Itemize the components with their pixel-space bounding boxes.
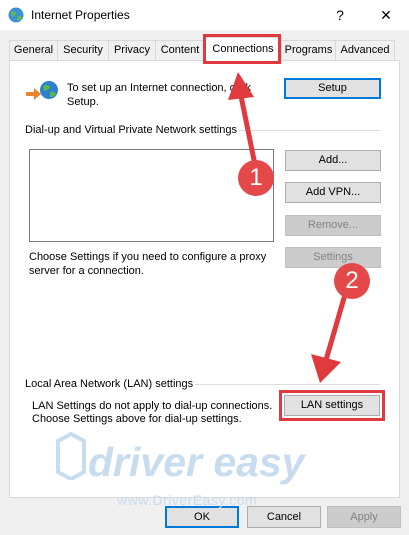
dialup-divider <box>239 130 380 131</box>
proxy-instruction-line2: server for a connection. <box>29 265 144 277</box>
add-button[interactable]: Add... <box>285 150 381 171</box>
tab-programs[interactable]: Programs <box>281 40 336 61</box>
tab-privacy[interactable]: Privacy <box>108 40 156 61</box>
network-setup-icon <box>26 81 58 100</box>
step-2-badge: 2 <box>334 263 370 299</box>
setup-button[interactable]: Setup <box>284 78 381 99</box>
dialup-heading: Dial-up and Virtual Private Network sett… <box>25 124 237 136</box>
proxy-instruction-line1: Choose Settings if you need to configure… <box>29 251 267 263</box>
tab-content[interactable]: Content <box>155 40 205 61</box>
lan-heading: Local Area Network (LAN) settings <box>25 378 194 390</box>
watermark-url: www.DriverEasy.com <box>117 492 258 508</box>
apply-button[interactable]: Apply <box>327 506 401 528</box>
step-1-badge: 1 <box>238 160 274 196</box>
connections-listbox[interactable] <box>29 149 274 242</box>
cancel-button[interactable]: Cancel <box>247 506 321 528</box>
lan-divider <box>195 384 380 385</box>
lan-info-line2: Choose Settings above for dial-up settin… <box>32 413 242 425</box>
tab-advanced[interactable]: Advanced <box>335 40 395 61</box>
lan-settings-highlight <box>279 390 385 421</box>
connections-tab-highlight <box>203 34 281 64</box>
tab-security[interactable]: Security <box>57 40 109 61</box>
tab-general[interactable]: General <box>9 40 58 61</box>
internet-globe-icon <box>8 7 24 23</box>
help-button[interactable]: ? <box>327 4 353 26</box>
driver-easy-logo-icon <box>56 432 86 480</box>
setup-instruction-line1: To set up an Internet connection, click <box>67 82 252 94</box>
add-vpn-button[interactable]: Add VPN... <box>285 182 381 203</box>
setup-instruction-line2: Setup. <box>67 96 99 108</box>
watermark-brand: driver easy <box>88 439 305 485</box>
ok-button[interactable]: OK <box>165 506 239 528</box>
window-title: Internet Properties <box>31 8 130 22</box>
lan-info-line1: LAN Settings do not apply to dial-up con… <box>32 400 273 412</box>
remove-button[interactable]: Remove... <box>285 215 381 236</box>
close-button[interactable]: ✕ <box>373 4 399 26</box>
dialup-settings-button[interactable]: Settings <box>285 247 381 268</box>
